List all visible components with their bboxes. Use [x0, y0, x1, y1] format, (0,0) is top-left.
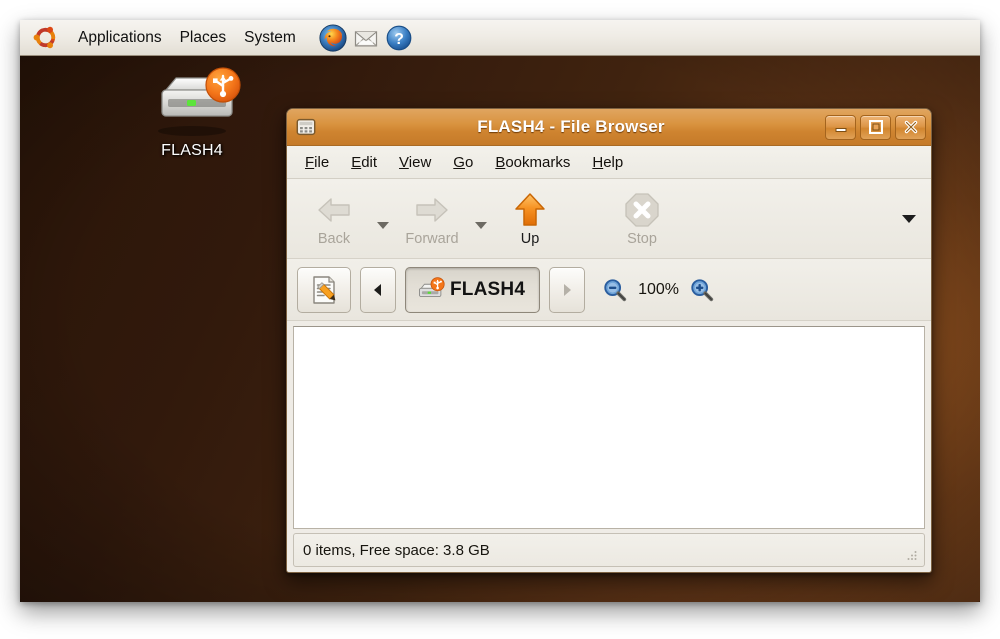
breadcrumb-label: FLASH4 [450, 278, 526, 300]
triangle-left-icon [374, 283, 381, 296]
window-controls [825, 114, 926, 140]
menu-edit-accel: E [351, 153, 362, 171]
edit-location-icon [313, 275, 336, 304]
menu-help-rest: elp [603, 153, 624, 171]
window-titlebar[interactable]: FLASH4 - File Browser [287, 109, 931, 146]
toolbar-back-button[interactable]: Back [295, 185, 373, 253]
toolbar-forward-label: Forward [405, 231, 459, 247]
desktop-icon-label: FLASH4 [161, 142, 223, 159]
chevron-down-icon [902, 214, 916, 223]
menu-edit[interactable]: Edit [340, 150, 388, 175]
zoom-controls: 100% [602, 277, 715, 303]
menu-go[interactable]: Go [442, 150, 484, 175]
panel-launchers: ? [319, 23, 413, 52]
toolbar-stop-label: Stop [627, 231, 657, 247]
arrow-up-icon [513, 190, 547, 230]
location-bar: FLASH4 100% [287, 259, 931, 321]
menu-go-accel: G [453, 153, 465, 171]
menu-file-rest: ile [314, 153, 330, 171]
chevron-down-icon [377, 221, 389, 229]
maximize-button[interactable] [860, 114, 891, 140]
toolbar-back-dropdown[interactable] [373, 185, 393, 253]
triangle-right-icon [564, 283, 572, 296]
edit-location-button[interactable] [297, 266, 351, 313]
toolbar-overflow-button[interactable] [895, 185, 923, 253]
minimize-button[interactable] [825, 114, 856, 140]
statusbar: 0 items, Free space: 3.8 GB [293, 533, 925, 567]
menu-help-accel: H [592, 153, 604, 171]
firefox-icon[interactable] [319, 23, 347, 52]
gnome-top-panel: Applications Places System ? [20, 20, 980, 56]
panel-menu-system[interactable]: System [235, 26, 305, 50]
ubuntu-logo-icon[interactable] [32, 24, 59, 51]
mail-icon[interactable] [352, 24, 380, 52]
toolbar-up-button[interactable]: Up [491, 185, 569, 253]
screenshot-root: Applications Places System ? FLASH4 FLAS… [0, 0, 1000, 639]
arrow-left-icon [315, 190, 353, 230]
menu-file[interactable]: File [294, 150, 340, 175]
statusbar-text: 0 items, Free space: 3.8 GB [303, 541, 490, 559]
zoom-out-button[interactable] [602, 277, 628, 303]
zoom-in-button[interactable] [689, 277, 715, 303]
menu-bookmarks-rest: ookmarks [505, 153, 571, 171]
menu-view-accel: V [399, 153, 409, 171]
toolbar-back-label: Back [317, 231, 351, 247]
toolbar-up-label: Up [520, 231, 540, 247]
file-list-view[interactable] [293, 326, 925, 529]
toolbar-forward-button[interactable]: Forward [393, 185, 471, 253]
breadcrumb-flash4[interactable]: FLASH4 [405, 266, 541, 313]
close-button[interactable] [895, 114, 926, 140]
window-title: FLASH4 - File Browser [477, 117, 665, 136]
panel-menu-applications[interactable]: Applications [69, 26, 171, 50]
chevron-down-icon [475, 221, 487, 229]
desktop[interactable]: Applications Places System ? FLASH4 FLAS… [20, 20, 980, 602]
menu-view-rest: iew [408, 153, 432, 171]
menu-go-rest: o [464, 153, 474, 171]
menu-bookmarks-accel: B [495, 153, 506, 171]
menu-edit-rest: dit [361, 153, 378, 171]
menubar: File Edit View Go Bookmarks Help [287, 146, 931, 179]
zoom-level-label: 100% [638, 280, 680, 298]
toolbar-stop-button[interactable]: Stop [603, 185, 681, 253]
path-prev-button[interactable] [360, 266, 396, 313]
menu-view[interactable]: View [388, 150, 442, 175]
toolbar-forward-dropdown[interactable] [471, 185, 491, 253]
menu-bookmarks[interactable]: Bookmarks [484, 150, 581, 175]
drive-icon [296, 118, 316, 136]
stop-icon [624, 190, 660, 230]
menu-help[interactable]: Help [581, 150, 634, 175]
resize-grip-icon[interactable] [903, 546, 919, 562]
help-icon[interactable]: ? [385, 24, 413, 52]
menu-file-accel: F [305, 153, 315, 171]
panel-menu-places[interactable]: Places [171, 26, 236, 50]
toolbar: Back Forward Up Stop [287, 179, 931, 259]
path-next-button[interactable] [549, 266, 586, 313]
usb-drive-icon [158, 67, 241, 136]
desktop-icon-flash4[interactable]: FLASH4 [132, 66, 252, 160]
svg-text:?: ? [394, 31, 404, 48]
usb-drive-icon [419, 276, 445, 297]
file-browser-window[interactable]: FLASH4 - File Browser File Edit View Go … [286, 108, 932, 573]
arrow-right-icon [413, 190, 451, 230]
